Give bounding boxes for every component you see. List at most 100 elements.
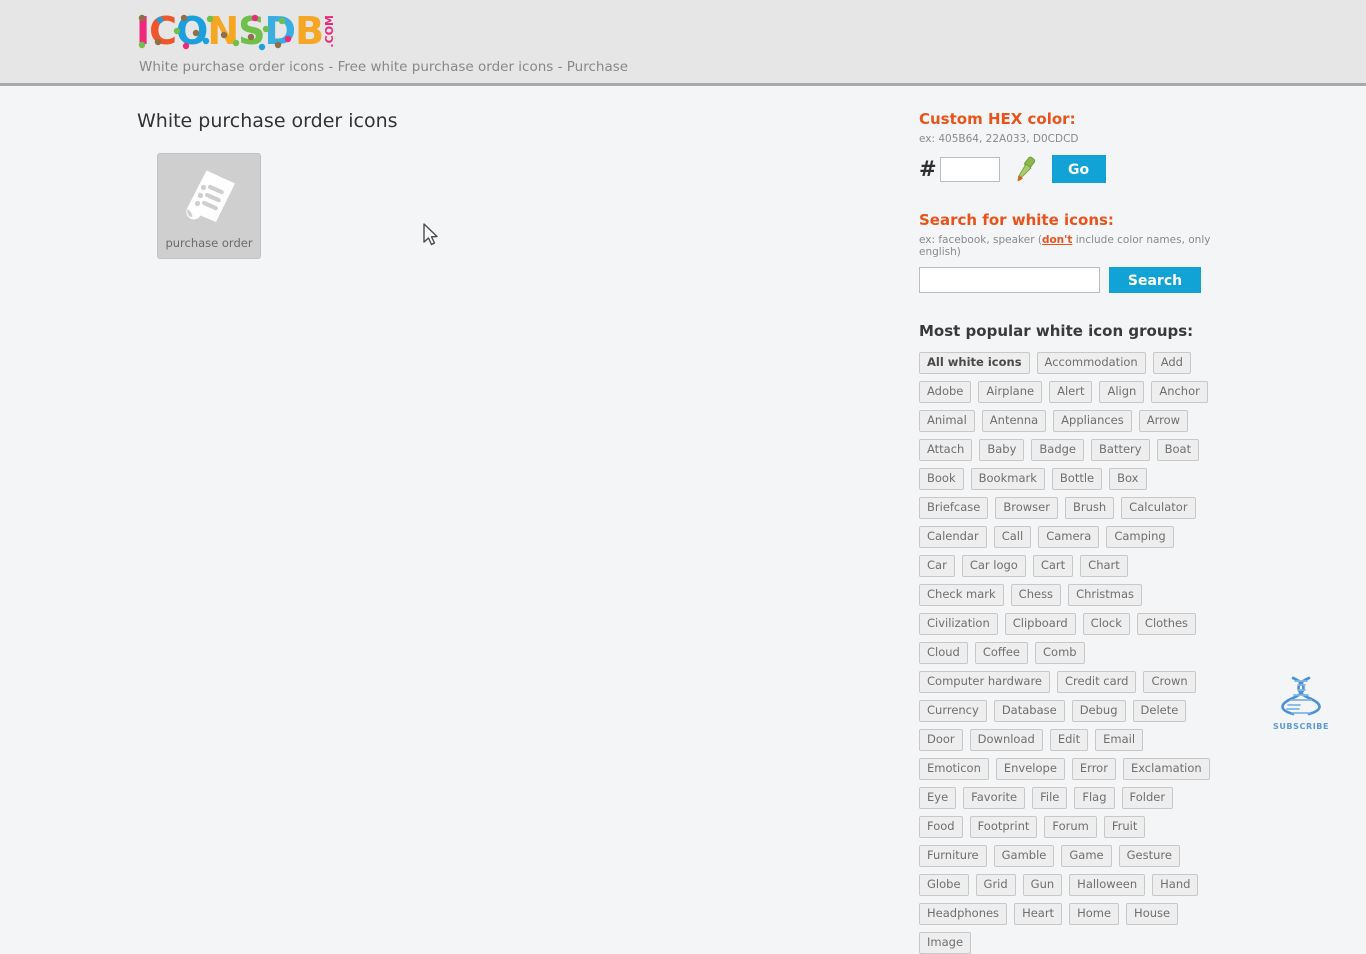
icon-group-tag[interactable]: Accommodation xyxy=(1036,352,1146,374)
icon-group-tag[interactable]: Align xyxy=(1099,381,1145,403)
icon-group-tag[interactable]: Book xyxy=(919,468,964,490)
hash-symbol: # xyxy=(919,157,937,181)
logo-letter-s: S xyxy=(238,9,265,53)
icon-group-tag[interactable]: Credit card xyxy=(1057,671,1137,693)
site-header: I C O N S D B .COM White purchase order … xyxy=(0,0,1366,86)
icon-group-tag[interactable]: Emoticon xyxy=(919,758,989,780)
hex-input-row: # Go xyxy=(919,155,1219,183)
icon-group-tag[interactable]: Home xyxy=(1069,903,1120,925)
icon-group-tag[interactable]: Arrow xyxy=(1138,410,1189,432)
icon-group-tag[interactable]: Calendar xyxy=(919,526,987,548)
icon-group-tag[interactable]: Chart xyxy=(1080,555,1128,577)
icon-group-tag[interactable]: Edit xyxy=(1049,729,1089,751)
icon-group-tag[interactable]: Bookmark xyxy=(970,468,1045,490)
icon-group-tag[interactable]: File xyxy=(1032,787,1068,809)
icon-group-tag[interactable]: Footprint xyxy=(969,816,1038,838)
icon-group-tag[interactable]: Heart xyxy=(1014,903,1063,925)
icon-group-tag[interactable]: Car logo xyxy=(961,555,1026,577)
icon-group-tag[interactable]: Image xyxy=(919,932,972,954)
icon-group-tag[interactable]: Email xyxy=(1095,729,1144,751)
search-input[interactable] xyxy=(919,267,1100,293)
icon-group-tag[interactable]: Christmas xyxy=(1068,584,1143,606)
icon-group-tag[interactable]: Baby xyxy=(979,439,1025,461)
icon-group-tag[interactable]: Flag xyxy=(1074,787,1115,809)
icon-caption: purchase order xyxy=(165,236,253,250)
icon-group-tag[interactable]: Anchor xyxy=(1151,381,1208,403)
icon-group-tag[interactable]: Briefcase xyxy=(919,497,989,519)
subscribe-widget[interactable]: SUBSCRIBE xyxy=(1272,676,1330,731)
icon-group-tag[interactable]: Delete xyxy=(1132,700,1187,722)
icon-group-tag[interactable]: Halloween xyxy=(1069,874,1146,896)
icon-group-tag[interactable]: Comb xyxy=(1035,642,1085,664)
hex-input[interactable] xyxy=(939,156,1000,182)
icon-group-tag[interactable]: Food xyxy=(919,816,963,838)
icon-group-tag[interactable]: Database xyxy=(993,700,1065,722)
icon-group-tag[interactable]: Box xyxy=(1109,468,1147,490)
icon-group-tag[interactable]: Furniture xyxy=(919,845,987,867)
icon-group-tag[interactable]: Chess xyxy=(1010,584,1062,606)
icon-group-tag[interactable]: Attach xyxy=(919,439,973,461)
icon-group-tag[interactable]: Headphones xyxy=(919,903,1008,925)
logo-wordmark: I C O N S D B .COM xyxy=(136,9,336,53)
search-button[interactable]: Search xyxy=(1109,267,1201,293)
icon-group-tag[interactable]: Car xyxy=(919,555,955,577)
icon-group-tag[interactable]: Appliances xyxy=(1053,410,1132,432)
icon-group-tag[interactable]: Civilization xyxy=(919,613,998,635)
icon-group-tag[interactable]: Check mark xyxy=(919,584,1004,606)
icon-group-tag[interactable]: Camping xyxy=(1106,526,1174,548)
icon-group-tag[interactable]: Airplane xyxy=(978,381,1043,403)
icon-group-tag[interactable]: Eye xyxy=(919,787,957,809)
icon-group-tag[interactable]: Cart xyxy=(1032,555,1074,577)
site-logo[interactable]: I C O N S D B .COM xyxy=(136,9,336,55)
icon-group-tag[interactable]: Clothes xyxy=(1136,613,1197,635)
icon-group-tag[interactable]: Door xyxy=(919,729,963,751)
go-button[interactable]: Go xyxy=(1051,155,1106,183)
icon-group-tag[interactable]: Game xyxy=(1061,845,1112,867)
icon-group-tag[interactable]: Antenna xyxy=(981,410,1047,432)
icon-tile-purchase-order[interactable]: purchase order xyxy=(157,153,261,259)
icon-group-tag[interactable]: Gun xyxy=(1022,874,1063,896)
icon-group-tag[interactable]: Camera xyxy=(1038,526,1100,548)
icon-group-tag[interactable]: Call xyxy=(993,526,1032,548)
icon-group-tag[interactable]: Error xyxy=(1071,758,1116,780)
icon-group-tag[interactable]: Badge xyxy=(1031,439,1085,461)
icon-group-tag[interactable]: Adobe xyxy=(919,381,972,403)
icon-group-tag[interactable]: Gamble xyxy=(993,845,1055,867)
icon-group-tag[interactable]: Debug xyxy=(1071,700,1126,722)
icon-group-tag[interactable]: Bottle xyxy=(1051,468,1103,490)
icon-group-tag[interactable]: Boat xyxy=(1156,439,1200,461)
icon-group-tag[interactable]: Browser xyxy=(995,497,1058,519)
icon-group-tag[interactable]: Brush xyxy=(1064,497,1115,519)
icon-group-tag[interactable]: House xyxy=(1126,903,1179,925)
icon-group-tag[interactable]: Envelope xyxy=(995,758,1065,780)
icon-group-tag[interactable]: Cloud xyxy=(919,642,968,664)
icon-group-tag[interactable]: Gesture xyxy=(1118,845,1180,867)
icon-group-tag[interactable]: Download xyxy=(969,729,1043,751)
icon-group-tag[interactable]: Computer hardware xyxy=(919,671,1050,693)
icon-group-tag[interactable]: Crown xyxy=(1143,671,1196,693)
icon-group-tag[interactable]: Fruit xyxy=(1103,816,1146,838)
icon-group-tag[interactable]: Exclamation xyxy=(1122,758,1210,780)
page-title: White purchase order icons xyxy=(137,110,398,132)
logo-letter-i: I xyxy=(136,9,150,53)
icon-group-tag[interactable]: Globe xyxy=(919,874,969,896)
icon-group-tag[interactable]: All white icons xyxy=(919,352,1030,374)
icon-group-tag[interactable]: Calculator xyxy=(1121,497,1196,519)
icon-group-tag[interactable]: Currency xyxy=(919,700,987,722)
hex-color-block: Custom HEX color: ex: 405B64, 22A033, D0… xyxy=(919,110,1219,183)
icon-group-tag[interactable]: Battery xyxy=(1091,439,1150,461)
eyedropper-icon[interactable] xyxy=(1010,155,1040,183)
icon-group-tag[interactable]: Grid xyxy=(975,874,1016,896)
icon-group-tag[interactable]: Alert xyxy=(1049,381,1093,403)
icon-group-tag[interactable]: Hand xyxy=(1152,874,1199,896)
icon-group-tag[interactable]: Coffee xyxy=(974,642,1028,664)
icon-group-tag[interactable]: Favorite xyxy=(963,787,1026,809)
search-hint-emphasis: don't xyxy=(1041,234,1073,246)
icon-group-tag[interactable]: Clipboard xyxy=(1004,613,1076,635)
icon-group-tag[interactable]: Animal xyxy=(919,410,975,432)
search-input-row: Search xyxy=(919,267,1219,293)
icon-group-tag[interactable]: Clock xyxy=(1082,613,1130,635)
icon-group-tag[interactable]: Folder xyxy=(1121,787,1174,809)
icon-group-tag[interactable]: Forum xyxy=(1044,816,1097,838)
icon-group-tag[interactable]: Add xyxy=(1152,352,1191,374)
